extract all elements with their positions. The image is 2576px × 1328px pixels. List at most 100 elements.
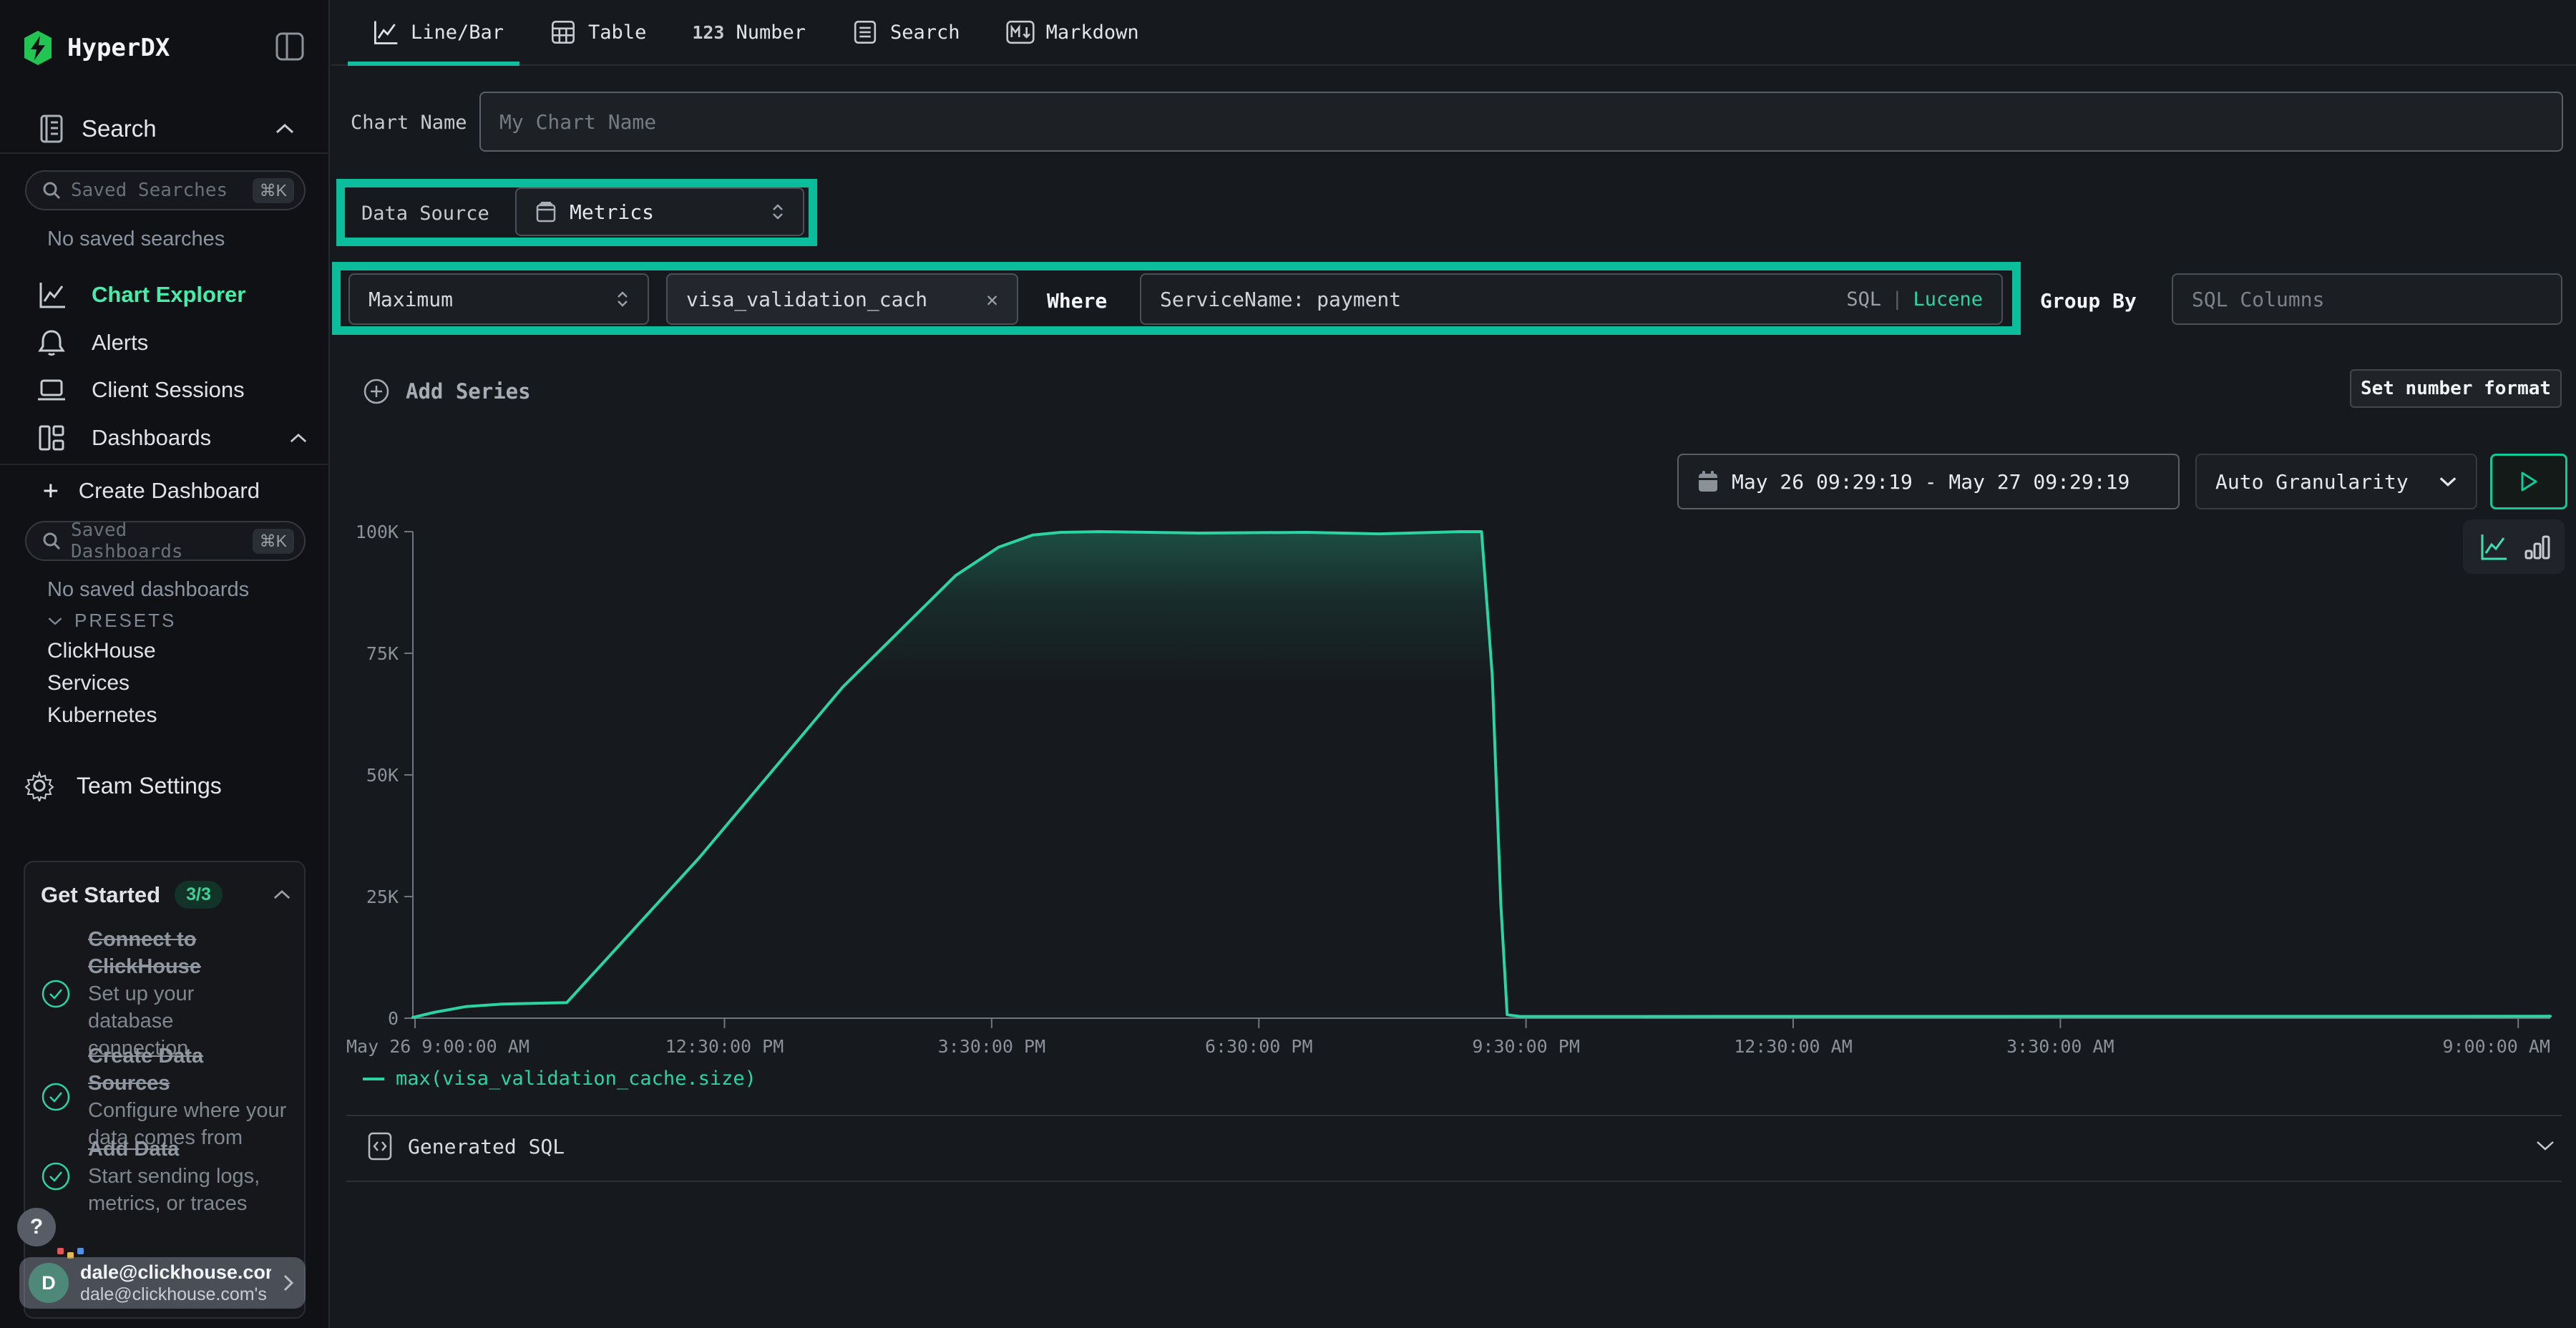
svg-text:3:30:00 AM: 3:30:00 AM (2006, 1036, 2114, 1057)
task-desc: Start sending logs, metrics, or traces (88, 1165, 260, 1215)
chevron-up-icon (289, 433, 308, 444)
chart-legend[interactable]: max(visa_validation_cache.size) (363, 1068, 756, 1090)
sidebar-item-team-settings[interactable]: Team Settings (24, 770, 222, 801)
saved-dashboards-placeholder: Saved Dashboards (71, 519, 243, 562)
data-source-label: Data Source (361, 202, 489, 225)
get-started-header[interactable]: Get Started 3/3 (41, 881, 291, 909)
sidebar-item-client-sessions[interactable]: Client Sessions (36, 374, 308, 406)
help-button[interactable]: ? (17, 1208, 56, 1246)
legend-swatch (363, 1078, 384, 1080)
nav-label: Alerts (92, 330, 148, 356)
get-started-item[interactable]: Connect to ClickHouseSet up your databas… (41, 926, 288, 1062)
tab-label: Table (588, 21, 646, 44)
svg-text:75K: 75K (366, 643, 399, 664)
presets-header[interactable]: PRESETS (47, 610, 176, 632)
get-started-item[interactable]: Add Data Start sending logs, metrics, or … (41, 1136, 288, 1217)
chevron-up-icon[interactable] (273, 889, 291, 900)
sidebar-item-clickhouse[interactable]: ClickHouse (47, 639, 156, 663)
gear-icon (24, 770, 55, 801)
saved-searches-input[interactable]: Saved Searches ⌘K (25, 170, 306, 210)
code-icon (366, 1132, 394, 1161)
tab-label: Number (736, 21, 806, 44)
team-settings-label: Team Settings (77, 773, 222, 799)
sidebar-item-services[interactable]: Services (47, 671, 130, 695)
granularity-select[interactable]: Auto Granularity (2195, 454, 2477, 509)
line-chart-icon (36, 279, 67, 311)
task-title: Add Data (88, 1138, 179, 1161)
saved-dashboards-input[interactable]: Saved Dashboards ⌘K (25, 521, 306, 561)
group-by-label: Group By (2040, 289, 2137, 313)
close-icon[interactable]: ✕ (986, 288, 998, 311)
metric-chip[interactable]: visa_validation_cach ✕ (666, 273, 1018, 325)
markdown-icon (1006, 20, 1035, 44)
date-range-picker[interactable]: May 26 09:29:19 - May 27 09:29:19 (1677, 454, 2180, 509)
chart-name-label: Chart Name (351, 112, 467, 134)
line-chart-icon (371, 18, 399, 47)
chart-name-placeholder: My Chart Name (499, 110, 656, 134)
sql-mode-toggle[interactable]: SQL (1846, 288, 1881, 311)
data-source-value: Metrics (570, 200, 654, 224)
data-source-select[interactable]: Metrics (515, 187, 804, 236)
check-circle-icon (41, 1161, 71, 1191)
tab-markdown[interactable]: Markdown (1006, 20, 1139, 44)
shortcut-badge: ⌘K (253, 178, 294, 203)
sidebar-item-kubernetes[interactable]: Kubernetes (47, 703, 157, 728)
search-section-label: Search (82, 115, 157, 142)
timeseries-chart[interactable]: 025K50K75K100KMay 26 9:00:00 AM12:30:00 … (331, 514, 2576, 1072)
where-value: ServiceName: payment (1160, 288, 1401, 311)
sidebar-item-dashboards[interactable]: Dashboards (36, 422, 308, 454)
run-query-button[interactable] (2490, 454, 2567, 509)
database-icon (535, 200, 557, 223)
svg-text:100K: 100K (356, 522, 399, 542)
tab-line-bar[interactable]: Line/Bar (371, 18, 504, 47)
svg-text:12:30:00 PM: 12:30:00 PM (665, 1036, 784, 1057)
chart-name-input[interactable]: My Chart Name (479, 92, 2563, 152)
nav-label: Dashboards (92, 425, 211, 451)
view-tabbar: Line/Bar Table 123 Number Search Markdow… (331, 0, 2576, 66)
user-email: dale@clickhouse.com (80, 1261, 271, 1284)
svg-text:3:30:00 PM: 3:30:00 PM (938, 1036, 1046, 1057)
where-input[interactable]: ServiceName: payment SQL | Lucene (1140, 273, 2003, 325)
active-tab-indicator (348, 62, 519, 66)
aggregation-select[interactable]: Maximum (348, 273, 649, 325)
table-icon (550, 19, 577, 46)
check-circle-icon (41, 1082, 71, 1112)
group-by-placeholder: SQL Columns (2192, 288, 2324, 311)
sidebar: HyperDX Search Saved Searches ⌘K No save… (0, 0, 330, 1328)
sidebar-item-alerts[interactable]: Alerts (36, 327, 308, 358)
svg-text:0: 0 (388, 1008, 399, 1029)
dashboard-grid-icon (36, 422, 67, 454)
tab-number[interactable]: 123 Number (692, 21, 806, 44)
create-dashboard-button[interactable]: + Create Dashboard (43, 478, 260, 504)
sidebar-item-chart-explorer[interactable]: Chart Explorer (36, 279, 308, 311)
brand-name: HyperDX (67, 34, 170, 62)
shortcut-badge: ⌘K (253, 529, 294, 554)
aggregation-value: Maximum (369, 288, 453, 311)
task-title: Connect to ClickHouse (88, 928, 201, 978)
lucene-mode-toggle[interactable]: Lucene (1913, 288, 1983, 311)
select-arrows-icon (771, 204, 784, 220)
task-title: Create Data Sources (88, 1045, 203, 1095)
tab-table[interactable]: Table (550, 19, 646, 46)
search-list-icon (852, 19, 879, 46)
check-circle-icon (41, 979, 71, 1009)
add-series-label: Add Series (406, 379, 531, 404)
chevron-down-icon[interactable] (2535, 1139, 2555, 1152)
brand: HyperDX (21, 30, 170, 66)
tab-label: Search (890, 21, 960, 44)
sidebar-section-search[interactable]: Search (37, 113, 295, 145)
add-series-button[interactable]: Add Series (363, 378, 531, 405)
no-saved-dashboards-note: No saved dashboards (47, 578, 249, 602)
set-number-format-button[interactable]: Set number format (2350, 369, 2562, 408)
metric-chip-label: visa_validation_cach (686, 288, 927, 311)
svg-text:50K: 50K (366, 765, 399, 786)
group-by-input[interactable]: SQL Columns (2172, 273, 2562, 325)
get-started-progress-badge: 3/3 (175, 881, 223, 909)
tab-search[interactable]: Search (852, 19, 960, 46)
generated-sql-toggle[interactable]: Generated SQL (366, 1132, 565, 1161)
saved-searches-placeholder: Saved Searches (71, 180, 243, 201)
play-icon (2519, 471, 2538, 492)
svg-text:25K: 25K (366, 887, 399, 907)
user-menu[interactable]: D dale@clickhouse.com dale@clickhouse.co… (19, 1257, 306, 1309)
collapse-sidebar-icon[interactable] (275, 31, 305, 62)
